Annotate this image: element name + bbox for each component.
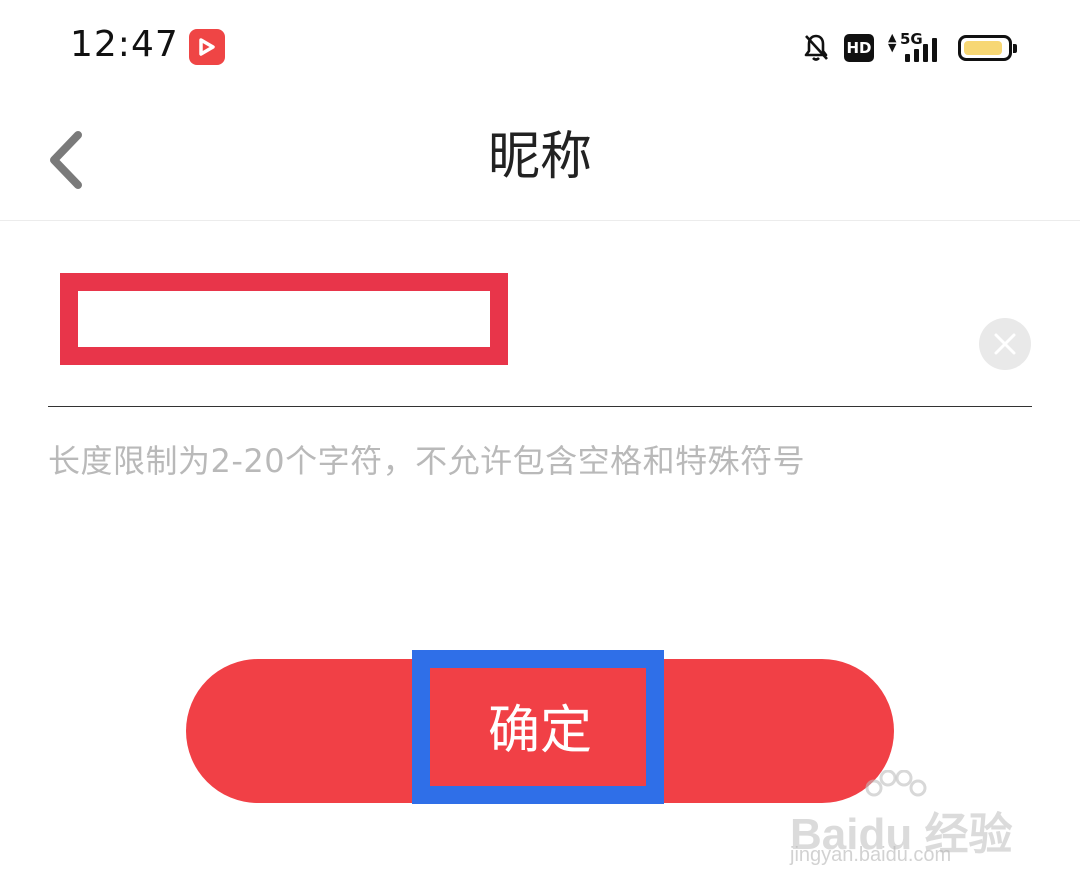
blue-highlight-box	[412, 650, 664, 804]
status-bar: 12:47 HD ▲ ▼ 5G	[0, 0, 1080, 95]
battery-level	[964, 41, 1002, 55]
status-icons: HD ▲ ▼ 5G	[802, 30, 1017, 66]
signal-bars-icon	[905, 38, 937, 62]
chevron-left-icon	[50, 131, 82, 189]
watermark-url: jingyan.baidu.com	[790, 844, 952, 866]
signal-indicator: ▲ ▼ 5G	[888, 30, 944, 66]
data-arrows-icon: ▲ ▼	[888, 31, 897, 54]
video-app-icon	[189, 29, 225, 65]
nickname-hint: 长度限制为2-20个字符，不允许包含空格和特殊符号	[48, 442, 806, 480]
clear-icon	[994, 333, 1016, 355]
bell-off-icon	[804, 34, 828, 61]
clear-button[interactable]	[979, 318, 1031, 370]
status-time: 12:47	[70, 24, 179, 65]
battery-icon	[958, 35, 1017, 61]
back-button[interactable]	[36, 125, 100, 195]
hd-badge: HD	[844, 34, 874, 62]
watermark: Baidu 经验 jingyan.baidu.com	[790, 770, 1020, 870]
nickname-field-row	[48, 258, 1032, 407]
page-title: 昵称	[487, 127, 592, 187]
nav-bar: 昵称	[0, 95, 1080, 221]
nickname-input[interactable]	[78, 291, 492, 349]
